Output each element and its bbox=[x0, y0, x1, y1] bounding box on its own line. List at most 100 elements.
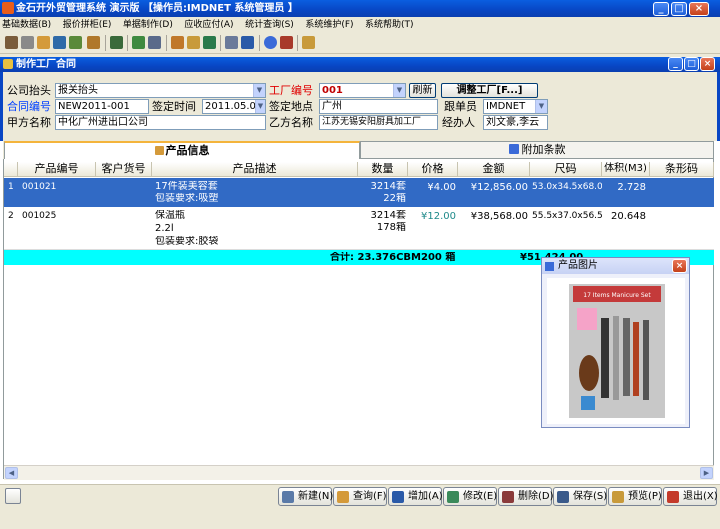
popup-close-button[interactable]: × bbox=[672, 259, 687, 273]
bank-icon[interactable] bbox=[5, 36, 18, 49]
delete-icon bbox=[502, 491, 514, 503]
monitor-icon[interactable] bbox=[53, 36, 66, 49]
chevron-down-icon: ▼ bbox=[255, 100, 265, 113]
col-header-price[interactable]: 价格 bbox=[408, 162, 458, 177]
cell-product-no: 001025 bbox=[22, 211, 57, 221]
party-b-label: 乙方名称 bbox=[269, 116, 313, 129]
anchor-icon[interactable] bbox=[241, 36, 254, 49]
delete-button[interactable]: 删除(D) bbox=[498, 487, 554, 506]
horizontal-scrollbar[interactable] bbox=[4, 465, 714, 480]
company-header-label: 公司抬头 bbox=[7, 84, 51, 97]
cell-price: ¥12.00 bbox=[421, 211, 456, 222]
child-maximize-button[interactable]: □ bbox=[684, 57, 699, 71]
menu-bar: 基础数据(B) 报价拼柜(E) 单据制作(D) 应收应付(A) 统计查询(S) … bbox=[0, 17, 720, 32]
close-button[interactable]: × bbox=[689, 2, 709, 16]
factory-no-label: 工厂编号 bbox=[269, 84, 313, 97]
refresh-button[interactable]: 刷新 bbox=[409, 83, 436, 98]
calculator-icon[interactable] bbox=[148, 36, 161, 49]
cell-product-no: 001021 bbox=[22, 182, 57, 192]
minimize-button[interactable]: _ bbox=[653, 2, 669, 16]
document-icon[interactable] bbox=[203, 36, 216, 49]
col-header-barcode[interactable]: 条形码 bbox=[650, 162, 714, 177]
menu-basic-data[interactable]: 基础数据(B) bbox=[0, 18, 53, 33]
cell-desc-line3: 包装要求:胶袋 bbox=[155, 236, 219, 247]
total-text: 合计: 23.376CBM200 箱 bbox=[330, 252, 456, 263]
party-b-field[interactable]: 江苏无锡安阳厨具加工厂 bbox=[319, 115, 438, 130]
col-header-size[interactable]: 尺码 bbox=[530, 162, 602, 177]
cell-desc-line1: 17件装美容套 bbox=[155, 181, 218, 192]
flag-icon[interactable] bbox=[280, 36, 293, 49]
scroll-right-icon[interactable]: ▶ bbox=[700, 467, 713, 479]
app-logo-icon bbox=[2, 2, 14, 14]
edit-pen-icon[interactable] bbox=[5, 488, 21, 504]
menu-system[interactable]: 系统维护(F) bbox=[303, 18, 355, 33]
child-minimize-button[interactable]: _ bbox=[668, 57, 683, 71]
package-icon[interactable] bbox=[87, 36, 100, 49]
sign-date-label: 签定时间 bbox=[152, 100, 196, 113]
party-a-field[interactable]: 中化广州进出口公司 bbox=[55, 115, 266, 130]
menu-documents[interactable]: 单据制作(D) bbox=[121, 18, 175, 33]
add-button[interactable]: 增加(A) bbox=[388, 487, 443, 506]
book-icon[interactable] bbox=[69, 36, 82, 49]
col-header-qty[interactable]: 数量 bbox=[358, 162, 408, 177]
maximize-button[interactable]: □ bbox=[671, 2, 687, 16]
new-icon bbox=[282, 491, 294, 503]
menu-statistics[interactable]: 统计查询(S) bbox=[243, 18, 296, 33]
cell-qty-line2: 178箱 bbox=[376, 222, 406, 233]
sign-date-field[interactable]: 2011.05.05 ▼ bbox=[202, 99, 266, 114]
preview-icon bbox=[612, 491, 624, 503]
contract-no-label[interactable]: 合同编号 bbox=[7, 99, 51, 114]
adjust-factory-button[interactable]: 调整工厂[F...] bbox=[441, 83, 538, 98]
user-icon[interactable] bbox=[37, 36, 50, 49]
exit-button[interactable]: 退出(X) bbox=[663, 487, 718, 506]
product-caption: 17 Items Manicure Set bbox=[583, 292, 651, 299]
help-icon[interactable] bbox=[264, 36, 277, 49]
product-photo-illustration: 17 Items Manicure Set bbox=[569, 284, 665, 418]
new-button[interactable]: 新建(N) bbox=[278, 487, 333, 506]
edit-button[interactable]: 修改(E) bbox=[443, 487, 497, 506]
save-icon bbox=[557, 491, 569, 503]
box-icon[interactable] bbox=[187, 36, 200, 49]
exit-icon bbox=[667, 491, 679, 503]
contract-no-field[interactable]: NEW2011-001 bbox=[55, 99, 149, 114]
handler-field[interactable]: 刘文豪,李云 bbox=[483, 115, 548, 130]
status-bar bbox=[0, 514, 720, 529]
database-icon[interactable] bbox=[21, 36, 34, 49]
preview-button[interactable]: 预览(P) bbox=[608, 487, 662, 506]
cell-size: 53.0x34.5x68.0 bbox=[532, 182, 602, 192]
product-icon bbox=[154, 146, 164, 155]
follower-select[interactable]: IMDNET ▼ bbox=[483, 99, 548, 114]
popup-title: 产品图片 bbox=[558, 260, 598, 271]
edit-icon bbox=[447, 491, 459, 503]
window-icon bbox=[3, 59, 13, 69]
handler-label: 经办人 bbox=[442, 116, 475, 129]
col-header-volume[interactable]: 体积(M3) bbox=[602, 162, 650, 177]
ledger-icon[interactable] bbox=[110, 36, 123, 49]
col-header-amount[interactable]: 金额 bbox=[458, 162, 530, 177]
save-button[interactable]: 保存(S) bbox=[553, 487, 607, 506]
tab-extra-terms[interactable]: 附加条款 bbox=[360, 141, 714, 159]
menu-quote[interactable]: 报价拼柜(E) bbox=[61, 18, 114, 33]
cell-amount: ¥38,568.00 bbox=[470, 211, 528, 222]
factory-no-select[interactable]: 001 ▼ bbox=[319, 83, 406, 98]
tab-product-info[interactable]: 产品信息 bbox=[4, 141, 360, 159]
sign-place-field[interactable]: 广州 bbox=[319, 99, 438, 114]
menu-help[interactable]: 系统帮助(T) bbox=[363, 18, 416, 33]
col-header-product-no[interactable]: 产品编号 bbox=[18, 162, 96, 177]
terms-icon bbox=[508, 144, 519, 154]
scroll-left-icon[interactable]: ◀ bbox=[5, 467, 18, 479]
col-header-customer-no[interactable]: 客户货号 bbox=[96, 162, 152, 177]
child-window-title: 制作工厂合同 bbox=[16, 59, 76, 70]
col-header-desc[interactable]: 产品描述 bbox=[152, 162, 358, 177]
money-bag-icon[interactable] bbox=[132, 36, 145, 49]
query-button[interactable]: 查询(F) bbox=[333, 487, 387, 506]
child-close-button[interactable]: × bbox=[700, 57, 715, 71]
menu-receivables[interactable]: 应收应付(A) bbox=[182, 18, 235, 33]
exit-door-icon[interactable] bbox=[302, 36, 315, 49]
cell-price: ¥4.00 bbox=[427, 182, 456, 193]
sign-place-label: 签定地点 bbox=[269, 100, 313, 113]
chevron-down-icon: ▼ bbox=[393, 84, 405, 97]
company-header-select[interactable]: 报关抬头 ▼ bbox=[55, 83, 266, 98]
network-icon[interactable] bbox=[225, 36, 238, 49]
cube-icon[interactable] bbox=[171, 36, 184, 49]
